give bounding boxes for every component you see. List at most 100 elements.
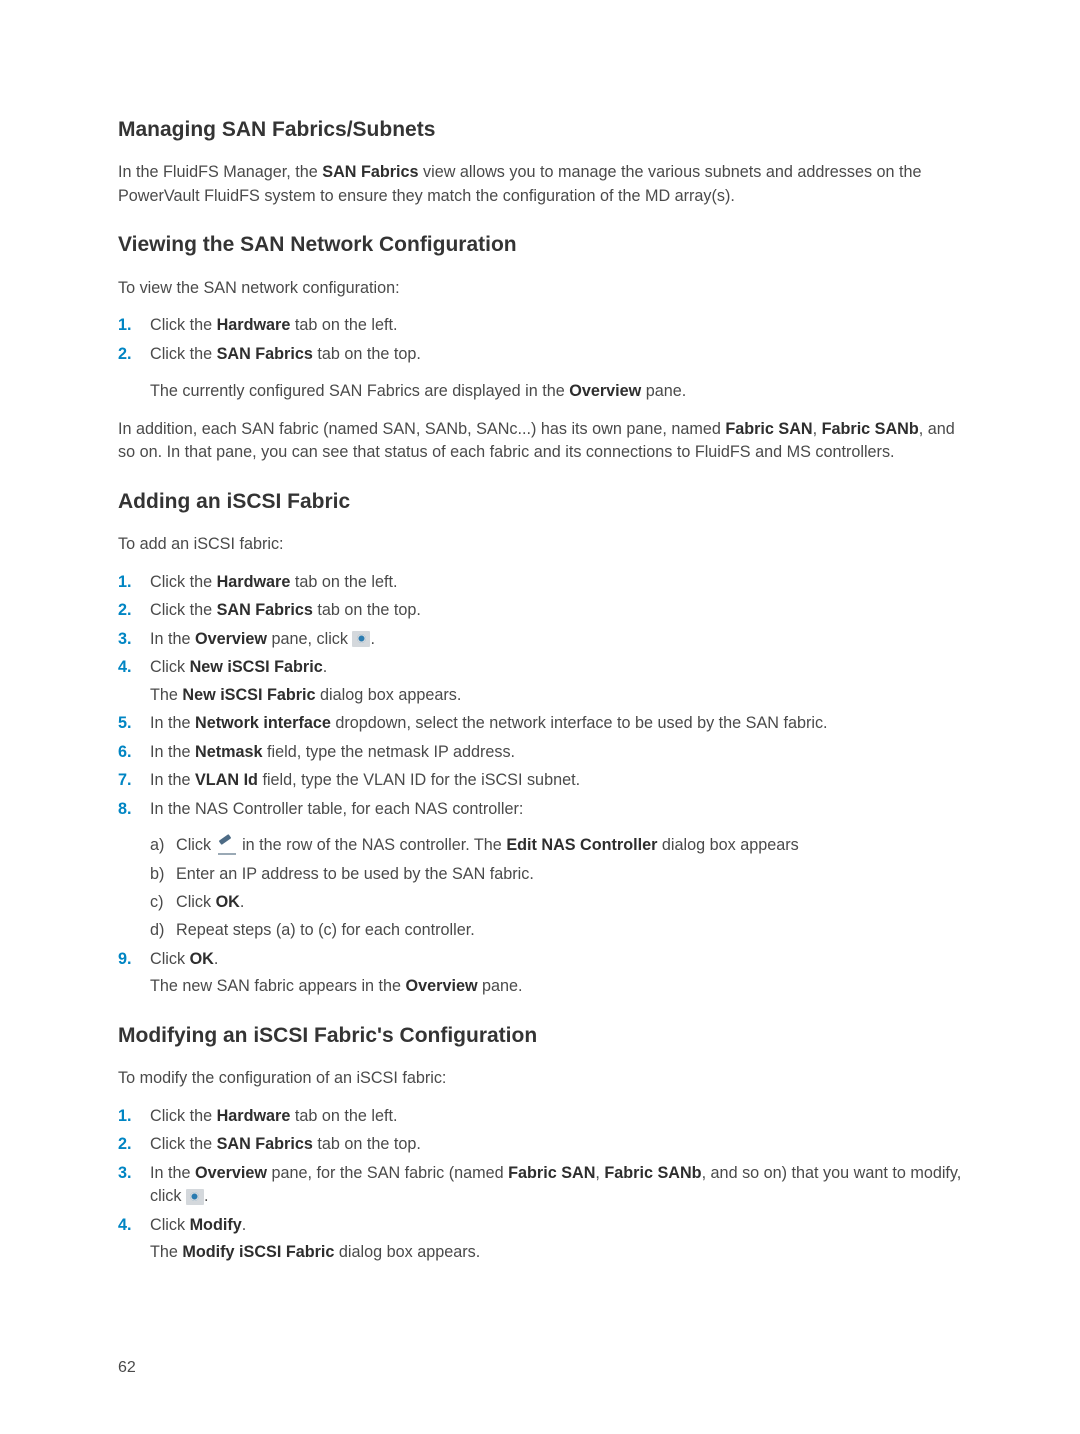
para-viewing-intro: To view the SAN network configuration:	[118, 277, 962, 300]
heading-managing: Managing SAN Fabrics/Subnets	[118, 115, 962, 145]
text: .	[323, 658, 328, 676]
text: dialog box appears.	[316, 686, 462, 704]
text: In the	[150, 630, 195, 648]
bold-ok: OK	[216, 893, 240, 911]
text: .	[240, 893, 245, 911]
text: .	[214, 950, 219, 968]
step: 1.Click the Hardware tab on the left.	[118, 571, 962, 594]
text: The currently configured SAN Fabrics are…	[150, 382, 569, 400]
text: Click	[176, 836, 216, 854]
gear-icon	[186, 1189, 204, 1205]
text: tab on the left.	[290, 573, 397, 591]
bold-modify-iscsi-fabric: Modify iSCSI Fabric	[182, 1243, 334, 1261]
text: Click	[176, 893, 216, 911]
step: 1.Click the Hardware tab on the left.	[118, 314, 962, 337]
bold-hardware: Hardware	[217, 573, 291, 591]
bold-edit-nas-controller: Edit NAS Controller	[506, 836, 657, 854]
text: The new SAN fabric appears in the	[150, 977, 406, 995]
para-in-addition: In addition, each SAN fabric (named SAN,…	[118, 418, 962, 465]
text: ,	[813, 420, 822, 438]
bold-network-interface: Network interface	[195, 714, 331, 732]
bold-overview: Overview	[569, 382, 641, 400]
substep-letter: d)	[150, 919, 164, 942]
bold-fabric-san: Fabric SAN	[508, 1164, 595, 1182]
section-adding: Adding an iSCSI Fabric To add an iSCSI f…	[118, 487, 962, 999]
step: 2.Click the SAN Fabrics tab on the top.	[118, 1133, 962, 1156]
text: Click the	[150, 316, 217, 334]
bold-san-fabrics: SAN Fabrics	[217, 1135, 313, 1153]
bold-new-iscsi-fabric: New iSCSI Fabric	[182, 686, 315, 704]
text: in the row of the NAS controller. The	[238, 836, 507, 854]
text: The	[150, 686, 182, 704]
text: dropdown, select the network interface t…	[331, 714, 828, 732]
step: 9.Click OK. The new SAN fabric appears i…	[118, 948, 962, 999]
step-result: The Modify iSCSI Fabric dialog box appea…	[150, 1241, 962, 1264]
step-number: 2.	[118, 343, 132, 366]
step: 7.In the VLAN Id field, type the VLAN ID…	[118, 769, 962, 792]
step-number: 4.	[118, 1214, 132, 1237]
step: 2.Click the SAN Fabrics tab on the top.	[118, 599, 962, 622]
substep-letter: c)	[150, 891, 163, 914]
step-number: 1.	[118, 1105, 132, 1128]
substep: a)Click in the row of the NAS controller…	[150, 834, 962, 857]
bold-fabric-sanb: Fabric SANb	[822, 420, 919, 438]
bold-netmask: Netmask	[195, 743, 263, 761]
step: 4. Click New iSCSI Fabric. The New iSCSI …	[118, 656, 962, 707]
text: .	[204, 1187, 209, 1205]
text: Click	[150, 658, 190, 676]
text: Click	[150, 950, 190, 968]
bold-modify: Modify	[190, 1216, 242, 1234]
text: pane.	[641, 382, 686, 400]
step: 3.In the Overview pane, click .	[118, 628, 962, 651]
step-result: The new SAN fabric appears in the Overvi…	[150, 975, 962, 998]
steps-adding: 1.Click the Hardware tab on the left. 2.…	[118, 571, 962, 999]
para-modifying-intro: To modify the configuration of an iSCSI …	[118, 1067, 962, 1090]
text: In the FluidFS Manager, the	[118, 163, 322, 181]
bold-new-iscsi-fabric: New iSCSI Fabric	[190, 658, 323, 676]
bold-san-fabrics: SAN Fabrics	[217, 601, 313, 619]
step-number: 3.	[118, 1162, 132, 1185]
steps-modifying: 1.Click the Hardware tab on the left. 2.…	[118, 1105, 962, 1265]
text: In the NAS Controller table, for each NA…	[150, 800, 523, 818]
text: Enter an IP address to be used by the SA…	[176, 865, 534, 883]
step: 5.In the Network interface dropdown, sel…	[118, 712, 962, 735]
substep-letter: b)	[150, 863, 164, 886]
para-adding-intro: To add an iSCSI fabric:	[118, 533, 962, 556]
substep: b) Enter an IP address to be used by the …	[150, 863, 962, 886]
text: Click	[150, 1216, 190, 1234]
bold-fabric-san: Fabric SAN	[725, 420, 812, 438]
bold-san-fabrics: SAN Fabrics	[322, 163, 418, 181]
step-number: 8.	[118, 798, 132, 821]
text: dialog box appears.	[334, 1243, 480, 1261]
section-modifying: Modifying an iSCSI Fabric's Configuratio…	[118, 1021, 962, 1265]
text: field, type the netmask IP address.	[263, 743, 516, 761]
step: 8. In the NAS Controller table, for each …	[118, 798, 962, 943]
step-number: 4.	[118, 656, 132, 679]
text: The	[150, 1243, 182, 1261]
step-number: 3.	[118, 628, 132, 651]
step-number: 7.	[118, 769, 132, 792]
text: In addition, each SAN fabric (named SAN,…	[118, 420, 725, 438]
step: 1.Click the Hardware tab on the left.	[118, 1105, 962, 1128]
text: In the	[150, 771, 195, 789]
text: .	[370, 630, 375, 648]
text: Click the	[150, 1107, 217, 1125]
pencil-icon	[216, 837, 238, 855]
step-number: 6.	[118, 741, 132, 764]
text: Click the	[150, 345, 217, 363]
bold-san-fabrics: SAN Fabrics	[217, 345, 313, 363]
step-number: 1.	[118, 571, 132, 594]
text: field, type the VLAN ID for the iSCSI su…	[258, 771, 580, 789]
section-managing: Managing SAN Fabrics/Subnets In the Flui…	[118, 115, 962, 208]
steps-viewing: 1.Click the Hardware tab on the left. 2.…	[118, 314, 962, 366]
step-result: The New iSCSI Fabric dialog box appears.	[150, 684, 962, 707]
page-number: 62	[118, 1356, 136, 1379]
step: 3.In the Overview pane, for the SAN fabr…	[118, 1162, 962, 1209]
substep: d)Repeat steps (a) to (c) for each contr…	[150, 919, 962, 942]
text: pane.	[478, 977, 523, 995]
text: In the	[150, 1164, 195, 1182]
text: Click the	[150, 1135, 217, 1153]
substeps: a)Click in the row of the NAS controller…	[150, 834, 962, 943]
text: tab on the left.	[290, 1107, 397, 1125]
heading-viewing: Viewing the SAN Network Configuration	[118, 230, 962, 260]
